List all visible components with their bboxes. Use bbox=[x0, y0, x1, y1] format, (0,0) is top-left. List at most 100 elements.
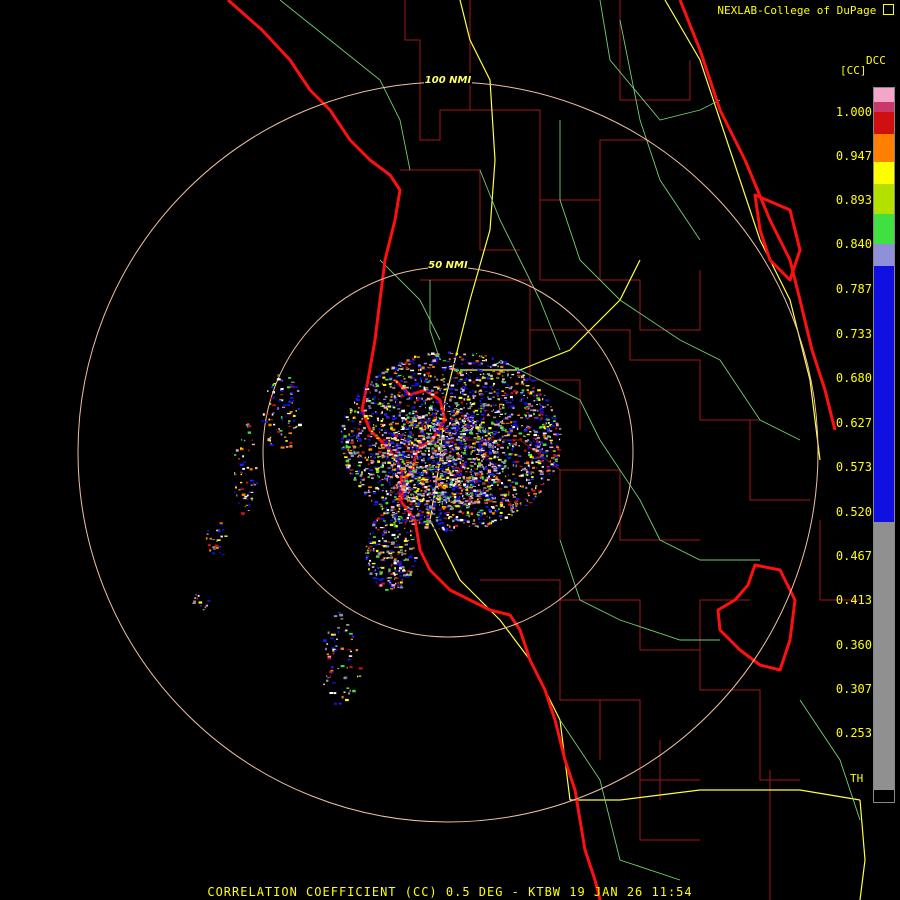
echo-pixel bbox=[399, 473, 403, 476]
echo-pixel bbox=[396, 482, 401, 484]
range-ring-50 bbox=[262, 266, 634, 638]
echo-pixel bbox=[448, 358, 451, 361]
echo-pixel bbox=[446, 514, 450, 516]
echo-pixel bbox=[414, 426, 418, 428]
echo-pixel bbox=[476, 494, 479, 496]
echo-pixel bbox=[375, 434, 378, 436]
echo-pixel bbox=[221, 553, 225, 556]
echo-pixel bbox=[234, 491, 236, 494]
echo-pixel bbox=[478, 363, 482, 366]
echo-pixel bbox=[392, 415, 395, 418]
echo-pixel bbox=[355, 470, 358, 472]
echo-pixel bbox=[487, 522, 491, 525]
echo-pixel bbox=[373, 424, 375, 426]
echo-pixel bbox=[323, 639, 327, 642]
echo-pixel bbox=[513, 390, 517, 393]
echo-pixel bbox=[536, 467, 538, 469]
echo-pixel bbox=[414, 402, 416, 404]
echo-pixel bbox=[407, 440, 411, 443]
echo-pixel bbox=[416, 493, 421, 496]
echo-pixel bbox=[261, 420, 264, 423]
echo-pixel bbox=[390, 555, 393, 557]
echo-pixel bbox=[387, 467, 391, 469]
echo-pixel bbox=[411, 456, 413, 459]
echo-pixel bbox=[470, 494, 474, 497]
echo-pixel bbox=[539, 451, 541, 454]
echo-pixel bbox=[519, 417, 524, 419]
echo-pixel bbox=[539, 473, 544, 475]
echo-pixel bbox=[401, 579, 403, 582]
echo-pixel bbox=[395, 445, 399, 447]
echo-pixel bbox=[369, 533, 371, 535]
echo-pixel bbox=[501, 422, 505, 425]
echo-pixel bbox=[429, 414, 432, 416]
echo-pixel bbox=[443, 403, 447, 406]
echo-pixel bbox=[498, 453, 500, 456]
echo-pixel bbox=[389, 557, 393, 559]
echo-pixel bbox=[407, 436, 411, 438]
echo-pixel bbox=[486, 414, 491, 417]
echo-pixel bbox=[507, 446, 509, 449]
echo-pixel bbox=[277, 407, 279, 410]
echo-pixel bbox=[219, 551, 221, 553]
echo-pixel bbox=[449, 435, 453, 438]
echo-pixel bbox=[207, 600, 211, 602]
echo-pixel bbox=[492, 370, 495, 372]
echo-pixel bbox=[492, 404, 495, 407]
echo-pixel bbox=[460, 433, 462, 436]
echo-pixel bbox=[464, 449, 466, 452]
echo-pixel bbox=[513, 489, 517, 491]
echo-pixel bbox=[435, 428, 437, 430]
echo-pixel bbox=[398, 487, 402, 489]
echo-pixel bbox=[428, 488, 430, 491]
echo-pixel bbox=[489, 434, 491, 437]
echo-pixel bbox=[358, 422, 361, 425]
echo-pixel bbox=[474, 390, 477, 394]
echo-pixel bbox=[520, 474, 524, 477]
echo-pixel bbox=[491, 463, 493, 465]
echo-pixel bbox=[386, 492, 389, 496]
echo-pixel bbox=[438, 515, 441, 518]
echo-pixel bbox=[537, 434, 539, 437]
echo-pixel bbox=[405, 459, 409, 461]
echo-pixel bbox=[420, 368, 422, 371]
echo-pixel bbox=[350, 450, 352, 452]
echo-pixel bbox=[370, 456, 372, 458]
echo-pixel bbox=[285, 440, 288, 442]
echo-pixel bbox=[442, 496, 447, 498]
colorbar-segment bbox=[874, 214, 894, 244]
echo-pixel bbox=[390, 509, 394, 512]
echo-pixel bbox=[423, 437, 426, 439]
echo-pixel bbox=[347, 446, 351, 449]
echo-pixel bbox=[194, 597, 197, 599]
echo-pixel bbox=[395, 422, 399, 425]
echo-pixel bbox=[383, 542, 387, 544]
colorbar-segment bbox=[874, 244, 894, 266]
echo-pixel bbox=[545, 427, 550, 430]
echo-pixel bbox=[397, 519, 400, 523]
echo-pixel bbox=[478, 391, 480, 394]
colorbar-segment bbox=[874, 162, 894, 184]
echo-pixel bbox=[414, 415, 417, 417]
echo-pixel bbox=[388, 552, 393, 555]
echo-pixel bbox=[484, 382, 488, 385]
echo-pixel bbox=[390, 519, 393, 522]
radar-echoes bbox=[192, 351, 562, 705]
echo-pixel bbox=[458, 458, 462, 460]
echo-pixel bbox=[450, 450, 453, 452]
echo-pixel bbox=[463, 415, 467, 417]
echo-pixel bbox=[379, 503, 382, 505]
echo-pixel bbox=[529, 441, 531, 443]
echo-pixel bbox=[556, 444, 558, 447]
echo-pixel bbox=[502, 378, 505, 381]
echo-pixel bbox=[421, 511, 425, 514]
echo-pixel bbox=[453, 486, 457, 489]
echo-pixel bbox=[412, 461, 416, 463]
echo-pixel bbox=[484, 411, 487, 413]
echo-pixel bbox=[478, 370, 483, 372]
echo-pixel bbox=[420, 380, 422, 383]
echo-pixel bbox=[242, 461, 246, 464]
echo-pixel bbox=[418, 456, 422, 458]
echo-pixel bbox=[491, 410, 493, 412]
echo-pixel bbox=[488, 452, 491, 455]
